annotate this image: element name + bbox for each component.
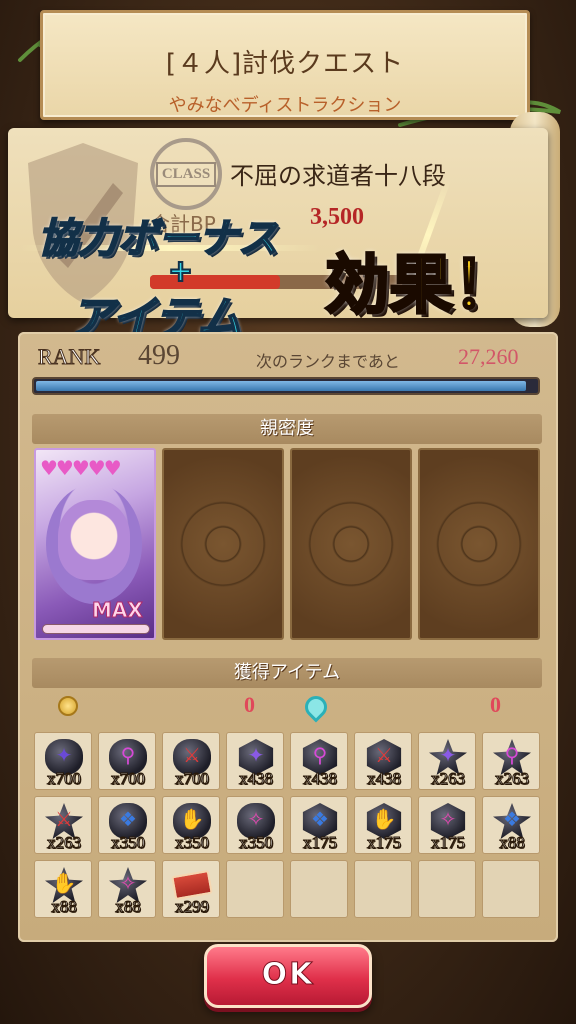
item-glyph: ✧ <box>119 871 137 895</box>
item-quantity: x438 <box>303 769 338 789</box>
item-glyph: ❖ <box>119 807 137 831</box>
empty-card-slot <box>290 448 412 640</box>
item-quantity: x263 <box>47 833 82 853</box>
item-quantity: x175 <box>367 833 402 853</box>
next-rank-label: 次のランクまであと <box>256 352 400 371</box>
item-slot: ❖ x175 <box>290 796 348 854</box>
item-slot: ✧ x350 <box>226 796 284 854</box>
empty-card-slot <box>162 448 284 640</box>
rank-value: 499 <box>138 340 180 371</box>
item-slot: ✋ x88 <box>34 860 92 918</box>
class-stamp-icon: CLASS <box>150 138 222 210</box>
item-glyph: ✦ <box>439 743 457 767</box>
item-quantity: x700 <box>111 769 146 789</box>
item-slot: x299 <box>162 860 220 918</box>
coin-icon <box>58 696 78 716</box>
item-slot: ⚔ x700 <box>162 732 220 790</box>
item-slot: ⚔ x438 <box>354 732 412 790</box>
item-slot: ✦ x438 <box>226 732 284 790</box>
item-glyph: ❖ <box>311 807 329 831</box>
exp-bar <box>32 377 540 395</box>
ok-button[interactable]: OK <box>204 944 372 1008</box>
intimacy-header: 親密度 <box>32 414 542 444</box>
character-card[interactable]: ♥♥♥♥♥ MAX <box>34 448 156 640</box>
promo-coop-bonus: 協力ボーナス <box>37 215 279 263</box>
item-quantity: x88 <box>51 897 78 917</box>
empty-item-slot <box>290 860 348 918</box>
item-quantity: x175 <box>431 833 466 853</box>
item-slot: ✧ x175 <box>418 796 476 854</box>
item-glyph: ⚔ <box>183 743 201 767</box>
item-glyph: ✧ <box>439 807 457 831</box>
character-face <box>58 500 130 580</box>
item-slot: ⚲ x263 <box>482 732 540 790</box>
exp-bar-fill <box>36 381 526 391</box>
max-label: MAX <box>92 598 144 623</box>
item-quantity: x350 <box>111 833 146 853</box>
item-glyph: ⚔ <box>55 807 73 831</box>
ticket-icon <box>171 869 213 901</box>
item-glyph: ✋ <box>51 871 77 895</box>
item-glyph: ❖ <box>503 807 521 831</box>
item-quantity: x438 <box>239 769 274 789</box>
item-slot: ✦ x700 <box>34 732 92 790</box>
heart-icons: ♥♥♥♥♥ <box>40 456 122 480</box>
item-glyph: ⚲ <box>312 743 328 767</box>
item-slot: ⚔ x263 <box>34 796 92 854</box>
item-quantity: x88 <box>499 833 526 853</box>
item-slot: ❖ x88 <box>482 796 540 854</box>
bp-value: 3,500 <box>310 204 364 230</box>
coin-value: 0 <box>244 692 255 717</box>
item-quantity: x88 <box>115 897 142 917</box>
empty-item-slot <box>418 860 476 918</box>
empty-card-slot <box>418 448 540 640</box>
item-slot: ⚲ x700 <box>98 732 156 790</box>
item-glyph: ✦ <box>247 743 265 767</box>
item-quantity: x175 <box>303 833 338 853</box>
item-slot: ✦ x263 <box>418 732 476 790</box>
item-quantity: x263 <box>495 769 530 789</box>
items-grid: ✦ x700 ⚲ x700 ⚔ x700 ✦ x438 ⚲ x438 ⚔ x438 ✦ x263 ⚲ x263… <box>34 732 544 918</box>
item-glyph: ✋ <box>371 807 397 831</box>
promo-effect: 効果！ <box>324 248 519 325</box>
intimacy-gauge <box>42 624 150 634</box>
next-rank-value: 27,260 <box>458 344 519 369</box>
empty-item-slot <box>354 860 412 918</box>
item-glyph: ✦ <box>55 743 73 767</box>
item-glyph: ⚲ <box>120 743 136 767</box>
item-quantity: x299 <box>175 897 210 917</box>
item-quantity: x350 <box>175 833 210 853</box>
item-slot: ✧ x88 <box>98 860 156 918</box>
item-glyph: ⚔ <box>375 743 393 767</box>
empty-item-slot <box>226 860 284 918</box>
item-slot: ❖ x350 <box>98 796 156 854</box>
quest-subtitle: やみなべディストラクション <box>168 95 402 116</box>
quest-title: [４人]討伐クエスト <box>165 49 405 79</box>
item-glyph: ⚲ <box>504 743 520 767</box>
quest-banner: [４人]討伐クエスト やみなべディストラクション <box>40 10 530 120</box>
item-glyph: ✋ <box>179 807 205 831</box>
item-glyph: ✧ <box>247 807 265 831</box>
item-slot: ✋ x350 <box>162 796 220 854</box>
rank-label: RANK <box>37 344 101 370</box>
item-quantity: x700 <box>47 769 82 789</box>
item-slot: ⚲ x438 <box>290 732 348 790</box>
empty-item-slot <box>482 860 540 918</box>
class-name: 不屈の求道者十八段 <box>230 162 446 190</box>
items-header: 獲得アイテム <box>32 658 542 688</box>
item-slot: ✋ x175 <box>354 796 412 854</box>
item-quantity: x350 <box>239 833 274 853</box>
item-quantity: x700 <box>175 769 210 789</box>
spirit-value: 0 <box>490 692 501 717</box>
item-quantity: x263 <box>431 769 466 789</box>
item-quantity: x438 <box>367 769 402 789</box>
